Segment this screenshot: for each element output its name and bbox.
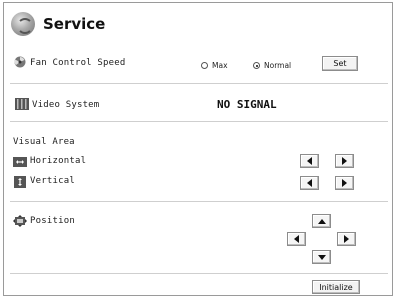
vertical-left-button[interactable] xyxy=(300,176,319,190)
video-system-icon xyxy=(15,98,29,110)
service-panel: Service Fan Control Speed Max Normal Set… xyxy=(3,2,393,296)
video-system-value: NO SIGNAL xyxy=(217,98,277,111)
horizontal-left-button[interactable] xyxy=(300,154,319,168)
position-down-button[interactable] xyxy=(312,250,331,264)
vertical-icon xyxy=(14,176,26,188)
fan-normal-label: Normal xyxy=(264,61,292,70)
position-left-button[interactable] xyxy=(287,232,306,246)
vertical-right-button[interactable] xyxy=(335,176,354,190)
vertical-label: Vertical xyxy=(30,176,75,186)
arrow-up-icon xyxy=(317,218,326,224)
service-header: Service xyxy=(11,9,105,39)
radio-dot-selected xyxy=(253,62,260,69)
horizontal-right-button[interactable] xyxy=(335,154,354,168)
visual-area-heading: Visual Area xyxy=(13,137,75,147)
video-system-label: Video System xyxy=(32,100,100,110)
radio-dot xyxy=(201,62,208,69)
position-up-button[interactable] xyxy=(312,214,331,228)
fan-max-label: Max xyxy=(212,61,228,70)
fan-max-radio[interactable]: Max xyxy=(201,61,228,70)
page-title: Service xyxy=(43,15,106,33)
initialize-button[interactable]: Initialize xyxy=(312,280,360,294)
divider xyxy=(10,83,388,84)
arrow-right-icon xyxy=(344,235,349,243)
divider xyxy=(10,201,388,202)
arrow-down-icon xyxy=(317,254,326,260)
service-logo-icon xyxy=(11,12,35,36)
arrow-right-icon xyxy=(342,179,347,187)
arrow-left-icon xyxy=(294,235,299,243)
fan-icon xyxy=(14,56,26,68)
position-right-button[interactable] xyxy=(337,232,356,246)
divider xyxy=(10,273,388,274)
fan-set-button[interactable]: Set xyxy=(322,56,358,71)
arrow-right-icon xyxy=(342,157,347,165)
fan-normal-radio[interactable]: Normal xyxy=(253,61,291,70)
arrow-left-icon xyxy=(307,157,312,165)
position-icon xyxy=(13,215,27,227)
divider xyxy=(10,121,388,122)
horizontal-icon xyxy=(13,157,27,167)
position-label: Position xyxy=(30,216,75,226)
fan-control-label: Fan Control Speed xyxy=(30,58,126,68)
arrow-left-icon xyxy=(307,179,312,187)
horizontal-label: Horizontal xyxy=(30,156,87,166)
